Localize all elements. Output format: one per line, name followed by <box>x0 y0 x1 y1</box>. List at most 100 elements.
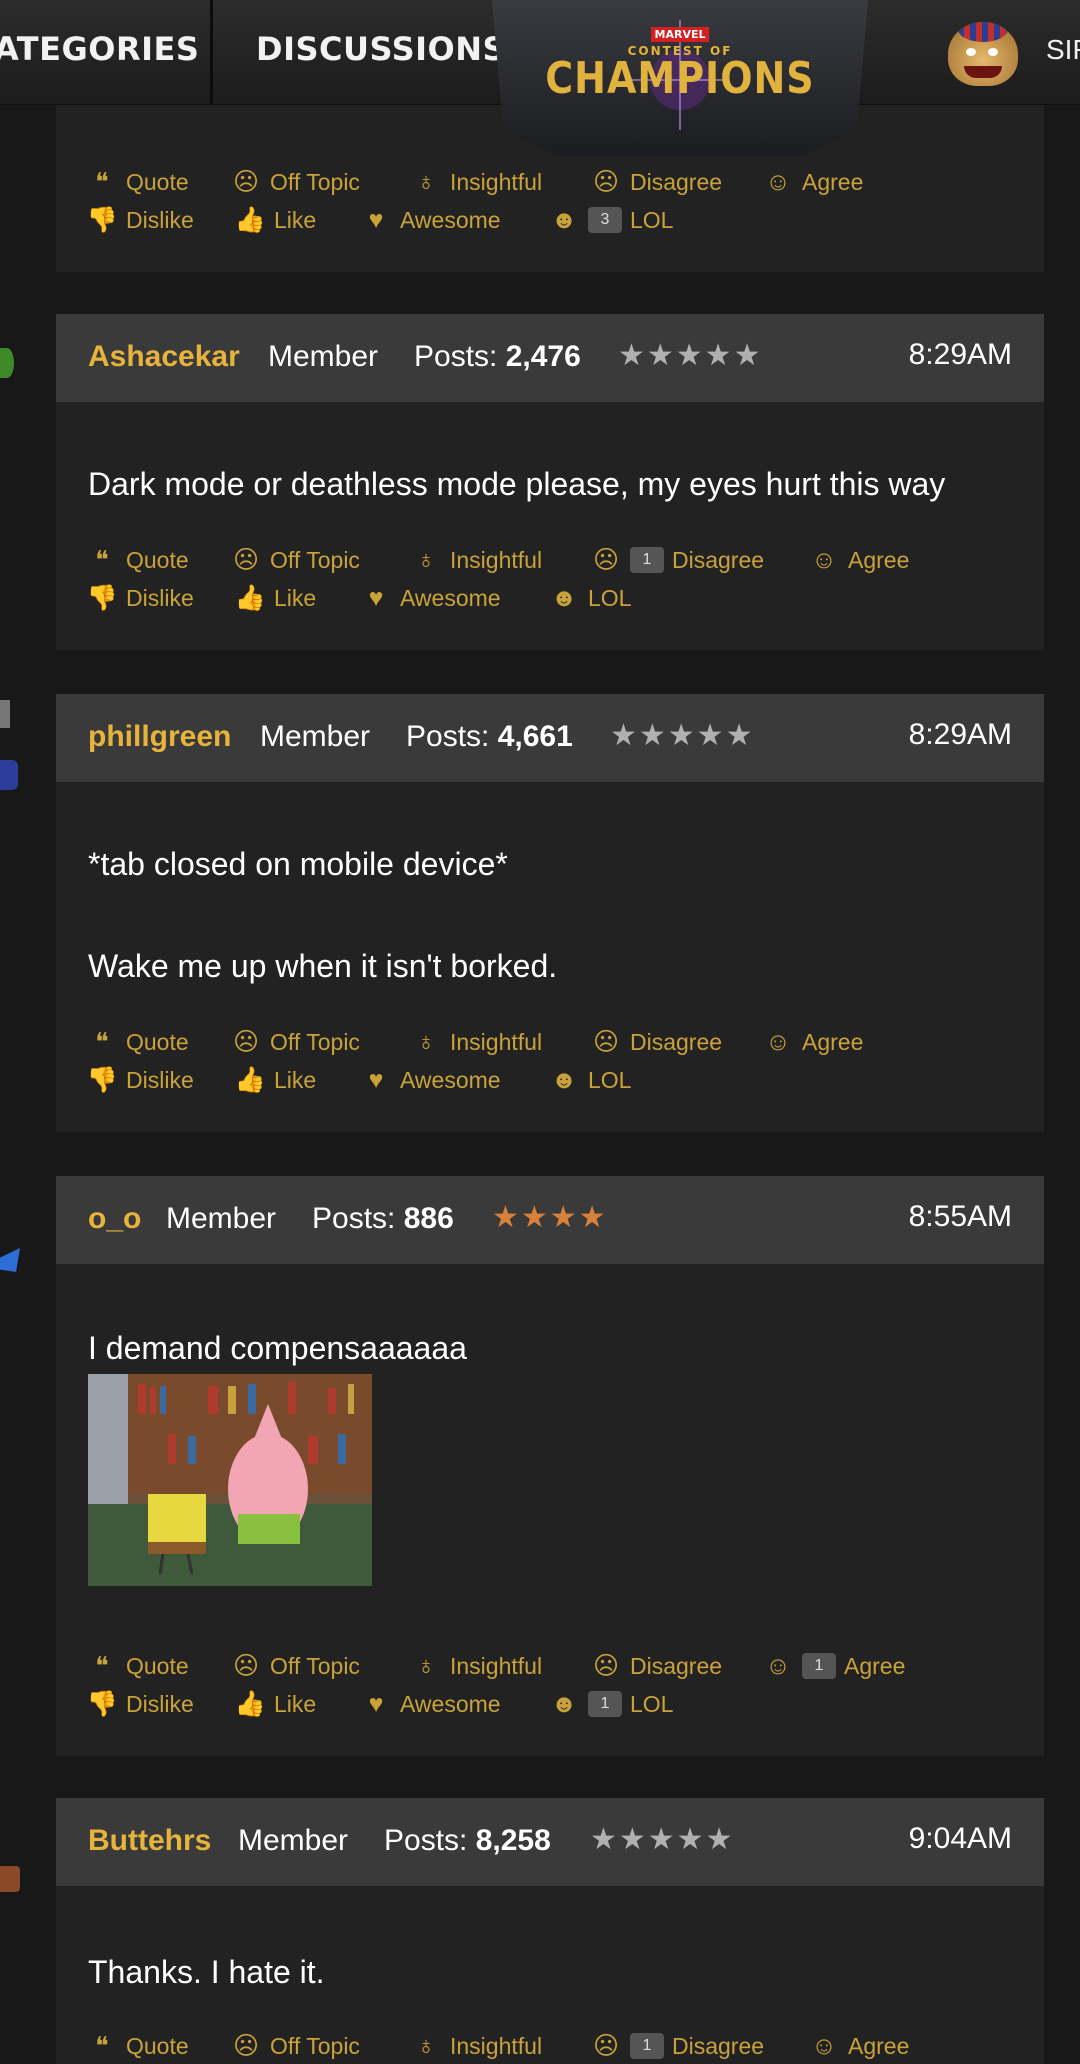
post-card: Ashacekar Member Posts: 2,476 ★★★★★ 8:29… <box>56 314 1044 650</box>
reaction-quote[interactable]: ❝ Quote <box>88 544 188 576</box>
reaction-count-badge: 3 <box>588 207 622 233</box>
reaction-disagree[interactable]: ☹ 1 Disagree <box>592 544 764 576</box>
site-logo[interactable]: MARVEL CONTEST OF CHAMPIONS <box>492 0 868 156</box>
reaction-agree[interactable]: ☺ 1 Agree <box>764 1650 905 1682</box>
post-card: Buttehrs Member Posts: 8,258 ★★★★★ 9:04A… <box>56 1798 1044 2064</box>
reaction-like[interactable]: 👍 Like <box>234 1688 316 1720</box>
quote-icon: ❝ <box>95 168 109 196</box>
post-author-link[interactable]: phillgreen <box>88 720 231 754</box>
reaction-count-badge: 1 <box>802 1653 836 1679</box>
reaction-lol[interactable]: ☻ 3 LOL <box>550 204 674 236</box>
quote-icon: ❝ <box>95 1652 109 1680</box>
reaction-insightful[interactable]: ♁ Insightful <box>412 1650 542 1682</box>
neutral-face-icon: ☹ <box>232 546 260 574</box>
avatar-fragment <box>0 348 14 378</box>
reaction-awesome[interactable]: ♥ Awesome <box>362 1064 501 1096</box>
reaction-off-topic[interactable]: ☹ Off Topic <box>232 166 360 198</box>
reaction-agree[interactable]: ☺ Agree <box>810 544 909 576</box>
reaction-quote[interactable]: ❝ Quote <box>88 1650 188 1682</box>
post-author-link[interactable]: o_o <box>88 1202 141 1236</box>
post-header: phillgreen Member Posts: 4,661 ★★★★★ 8:2… <box>56 694 1044 782</box>
reaction-off-topic[interactable]: ☹ Off Topic <box>232 2030 360 2062</box>
post-author-role: Member <box>166 1202 277 1235</box>
post-body-text: *tab closed on mobile device* <box>88 846 508 882</box>
reaction-insightful[interactable]: ♁ Insightful <box>412 1026 542 1058</box>
post-timestamp[interactable]: 9:04AM <box>909 1822 1012 1856</box>
user-avatar[interactable] <box>948 22 1018 86</box>
post-author-role: Member <box>238 1824 349 1857</box>
reaction-dislike[interactable]: 👎 Dislike <box>86 1688 193 1720</box>
frown-icon: ☹ <box>592 546 620 574</box>
reaction-like[interactable]: 👍 Like <box>234 582 316 614</box>
reaction-count-badge: 1 <box>588 1691 622 1717</box>
post-body-text: Wake me up when it isn't borked. <box>88 948 558 984</box>
frown-icon: ☹ <box>592 2032 620 2060</box>
user-name[interactable]: SIR <box>1046 34 1080 66</box>
reaction-dislike[interactable]: 👎 Dislike <box>86 582 193 614</box>
post-timestamp[interactable]: 8:29AM <box>909 718 1012 752</box>
reaction-lol[interactable]: ☻ LOL <box>550 582 632 614</box>
avatar-fragment <box>0 1866 20 1892</box>
neutral-face-icon: ☹ <box>232 168 260 196</box>
heart-icon: ♥ <box>368 1065 384 1094</box>
thumbs-down-icon: 👎 <box>86 1689 118 1718</box>
post-count: Posts: 2,476 <box>414 340 581 373</box>
reaction-awesome[interactable]: ♥ Awesome <box>362 204 501 236</box>
post-timestamp[interactable]: 8:29AM <box>909 338 1012 372</box>
reaction-lol[interactable]: ☻ LOL <box>550 1064 632 1096</box>
avatar-fragment <box>0 700 10 728</box>
post-count: Posts: 4,661 <box>406 720 573 753</box>
reaction-like[interactable]: 👍 Like <box>234 204 316 236</box>
post-header: Buttehrs Member Posts: 8,258 ★★★★★ 9:04A… <box>56 1798 1044 1886</box>
logo-marvel: MARVEL <box>650 27 710 42</box>
post-gif-image[interactable] <box>88 1374 372 1586</box>
reaction-off-topic[interactable]: ☹ Off Topic <box>232 1026 360 1058</box>
thumbs-up-icon: 👍 <box>234 1689 266 1718</box>
reaction-awesome[interactable]: ♥ Awesome <box>362 582 501 614</box>
reaction-insightful[interactable]: ♁ Insightful <box>412 544 542 576</box>
frown-icon: ☹ <box>592 1652 620 1680</box>
thumbs-up-icon: 👍 <box>234 1065 266 1094</box>
smile-icon: ☺ <box>811 2031 837 2060</box>
rank-stars-icon: ★★★★★ <box>618 339 763 372</box>
reaction-disagree[interactable]: ☹ Disagree <box>592 166 722 198</box>
reaction-disagree[interactable]: ☹ 1 Disagree <box>592 2030 764 2062</box>
quote-icon: ❝ <box>95 546 109 574</box>
reaction-dislike[interactable]: 👎 Dislike <box>86 204 193 236</box>
reaction-quote[interactable]: ❝ Quote <box>88 166 188 198</box>
lightbulb-icon: ♁ <box>416 167 436 196</box>
post-author-link[interactable]: Buttehrs <box>88 1824 211 1858</box>
reaction-disagree[interactable]: ☹ Disagree <box>592 1026 722 1058</box>
reaction-insightful[interactable]: ♁ Insightful <box>412 166 542 198</box>
laugh-icon: ☻ <box>550 205 578 234</box>
quote-icon: ❝ <box>95 2032 109 2060</box>
reaction-agree[interactable]: ☺ Agree <box>810 2030 909 2062</box>
post-timestamp[interactable]: 8:55AM <box>909 1200 1012 1234</box>
reaction-count-badge: 1 <box>630 2033 664 2059</box>
reaction-lol[interactable]: ☻ 1 LOL <box>550 1688 674 1720</box>
post-count: Posts: 8,258 <box>384 1824 551 1857</box>
nav-discussions-link[interactable]: DISCUSSIONS <box>256 30 506 68</box>
thumbs-up-icon: 👍 <box>234 583 266 612</box>
reaction-quote[interactable]: ❝ Quote <box>88 2030 188 2062</box>
reaction-dislike[interactable]: 👎 Dislike <box>86 1064 193 1096</box>
reaction-off-topic[interactable]: ☹ Off Topic <box>232 544 360 576</box>
reaction-agree[interactable]: ☺ Agree <box>764 1026 863 1058</box>
post-author-link[interactable]: Ashacekar <box>88 340 240 374</box>
nav-categories-link[interactable]: ATEGORIES <box>0 30 199 68</box>
lightbulb-icon: ♁ <box>416 1651 436 1680</box>
post-header: o_o Member Posts: 886 ★★★★ 8:55AM <box>56 1176 1044 1264</box>
reaction-agree[interactable]: ☺ Agree <box>764 166 863 198</box>
nav-divider <box>210 0 213 104</box>
reaction-quote[interactable]: ❝ Quote <box>88 1026 188 1058</box>
reaction-insightful[interactable]: ♁ Insightful <box>412 2030 542 2062</box>
post-count: Posts: 886 <box>312 1202 454 1235</box>
heart-icon: ♥ <box>368 205 384 234</box>
reaction-disagree[interactable]: ☹ Disagree <box>592 1650 722 1682</box>
reaction-awesome[interactable]: ♥ Awesome <box>362 1688 501 1720</box>
logo-champions: CHAMPIONS <box>545 52 815 104</box>
post-body-text: Thanks. I hate it. <box>88 1954 325 1990</box>
reaction-off-topic[interactable]: ☹ Off Topic <box>232 1650 360 1682</box>
reaction-like[interactable]: 👍 Like <box>234 1064 316 1096</box>
rank-stars-icon: ★★★★ <box>492 1201 608 1234</box>
